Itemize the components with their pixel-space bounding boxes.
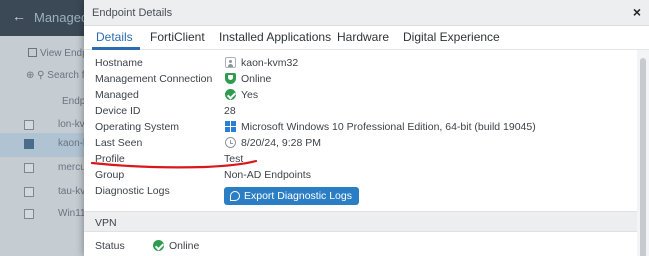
row-name: mercu — [58, 162, 86, 173]
profile-label: Profile — [95, 153, 125, 165]
row-checkbox[interactable] — [24, 187, 34, 197]
add-icon[interactable]: ⊕ — [26, 70, 34, 81]
vpn-section-header: VPN — [84, 211, 637, 232]
table-row[interactable]: Win11 — [0, 203, 90, 227]
tab-forticlient[interactable]: FortiClient — [150, 30, 205, 44]
stethoscope-icon — [230, 191, 240, 201]
modal-title: Endpoint Details — [92, 7, 173, 19]
detail-row-profile: Profile Test — [95, 151, 635, 167]
row-name: tau-kv — [58, 186, 86, 197]
modal-header: Endpoint Details × — [84, 0, 649, 26]
detail-row-device-id: Device ID 28 — [95, 103, 635, 119]
table-row[interactable]: mercu — [0, 157, 90, 181]
managed-value: Yes — [241, 89, 259, 101]
tab-installed-applications[interactable]: Installed Applications — [219, 30, 331, 44]
vpn-status-label: Status — [95, 240, 125, 252]
row-checkbox[interactable] — [24, 209, 34, 219]
profile-value: Test — [224, 153, 244, 165]
user-icon — [225, 57, 236, 68]
management-connection-value: Online — [241, 73, 272, 85]
detail-row-management-connection: Management Connection Online — [95, 71, 635, 87]
vpn-status-value: Online — [169, 240, 200, 252]
detail-row-last-seen: Last Seen 8/20/24, 9:28 PM — [95, 135, 635, 151]
view-endpoints-label: View Endp — [40, 48, 88, 59]
detail-row-group: Group Non-AD Endpoints — [95, 167, 635, 183]
last-seen-value: 8/20/24, 9:28 PM — [241, 137, 321, 149]
management-connection-label: Management Connection — [95, 73, 213, 85]
endpoint-details-modal: Endpoint Details × Details FortiClient I… — [84, 0, 649, 256]
shield-icon — [225, 73, 236, 84]
detail-row-managed: Managed Yes — [95, 87, 635, 103]
detail-row-vpn-status: Status Online — [95, 238, 395, 254]
clock-icon — [225, 137, 236, 148]
hostname-label: Hostname — [95, 57, 143, 69]
scrollbar[interactable] — [637, 50, 649, 256]
close-icon[interactable]: × — [633, 4, 641, 20]
scrollbar-thumb[interactable] — [640, 58, 646, 256]
table-row[interactable]: tau-kv — [0, 181, 90, 205]
operating-system-value: Microsoft Windows 10 Professional Editio… — [241, 121, 536, 133]
tab-hardware[interactable]: Hardware — [337, 30, 389, 44]
row-checkbox[interactable] — [24, 120, 34, 130]
back-arrow-icon[interactable]: ← — [12, 8, 26, 24]
row-checkbox[interactable] — [24, 163, 34, 173]
managed-label: Managed — [95, 89, 139, 101]
table-row[interactable]: kaon-k — [0, 133, 90, 157]
last-seen-label: Last Seen — [95, 137, 143, 149]
tab-digital-experience[interactable]: Digital Experience — [403, 30, 500, 44]
row-name: lon-kv — [58, 119, 85, 130]
background-search[interactable]: ⊕ ⚲ Search f — [26, 70, 85, 81]
export-diagnostic-logs-label: Export Diagnostic Logs — [244, 190, 352, 202]
tab-bar: Details FortiClient Installed Applicatio… — [84, 26, 649, 50]
search-placeholder: Search f — [47, 70, 85, 81]
row-name: Win11 — [58, 208, 86, 219]
detail-row-hostname: Hostname kaon-kvm32 — [95, 55, 635, 71]
vpn-section-title: VPN — [95, 217, 117, 229]
diagnostic-logs-label: Diagnostic Logs — [95, 185, 170, 197]
grid-icon — [28, 48, 37, 57]
view-endpoints-button[interactable]: View Endp — [28, 48, 88, 59]
detail-row-operating-system: Operating System Microsoft Windows 10 Pr… — [95, 119, 635, 135]
row-checkbox[interactable] — [24, 139, 34, 149]
details-panel: Hostname kaon-kvm32 Management Connectio… — [84, 50, 637, 256]
tab-details[interactable]: Details — [96, 30, 133, 44]
export-diagnostic-logs-button[interactable]: Export Diagnostic Logs — [224, 187, 359, 205]
detail-row-diagnostic-logs: Diagnostic Logs — [95, 183, 635, 199]
group-value: Non-AD Endpoints — [224, 169, 311, 181]
check-circle-icon — [225, 89, 236, 100]
windows-icon — [225, 121, 236, 132]
search-icon: ⚲ — [37, 70, 45, 81]
group-label: Group — [95, 169, 125, 181]
device-id-value: 28 — [224, 105, 236, 117]
check-circle-icon — [153, 240, 164, 251]
operating-system-label: Operating System — [95, 121, 180, 133]
hostname-value: kaon-kvm32 — [241, 57, 299, 69]
device-id-label: Device ID — [95, 105, 141, 117]
